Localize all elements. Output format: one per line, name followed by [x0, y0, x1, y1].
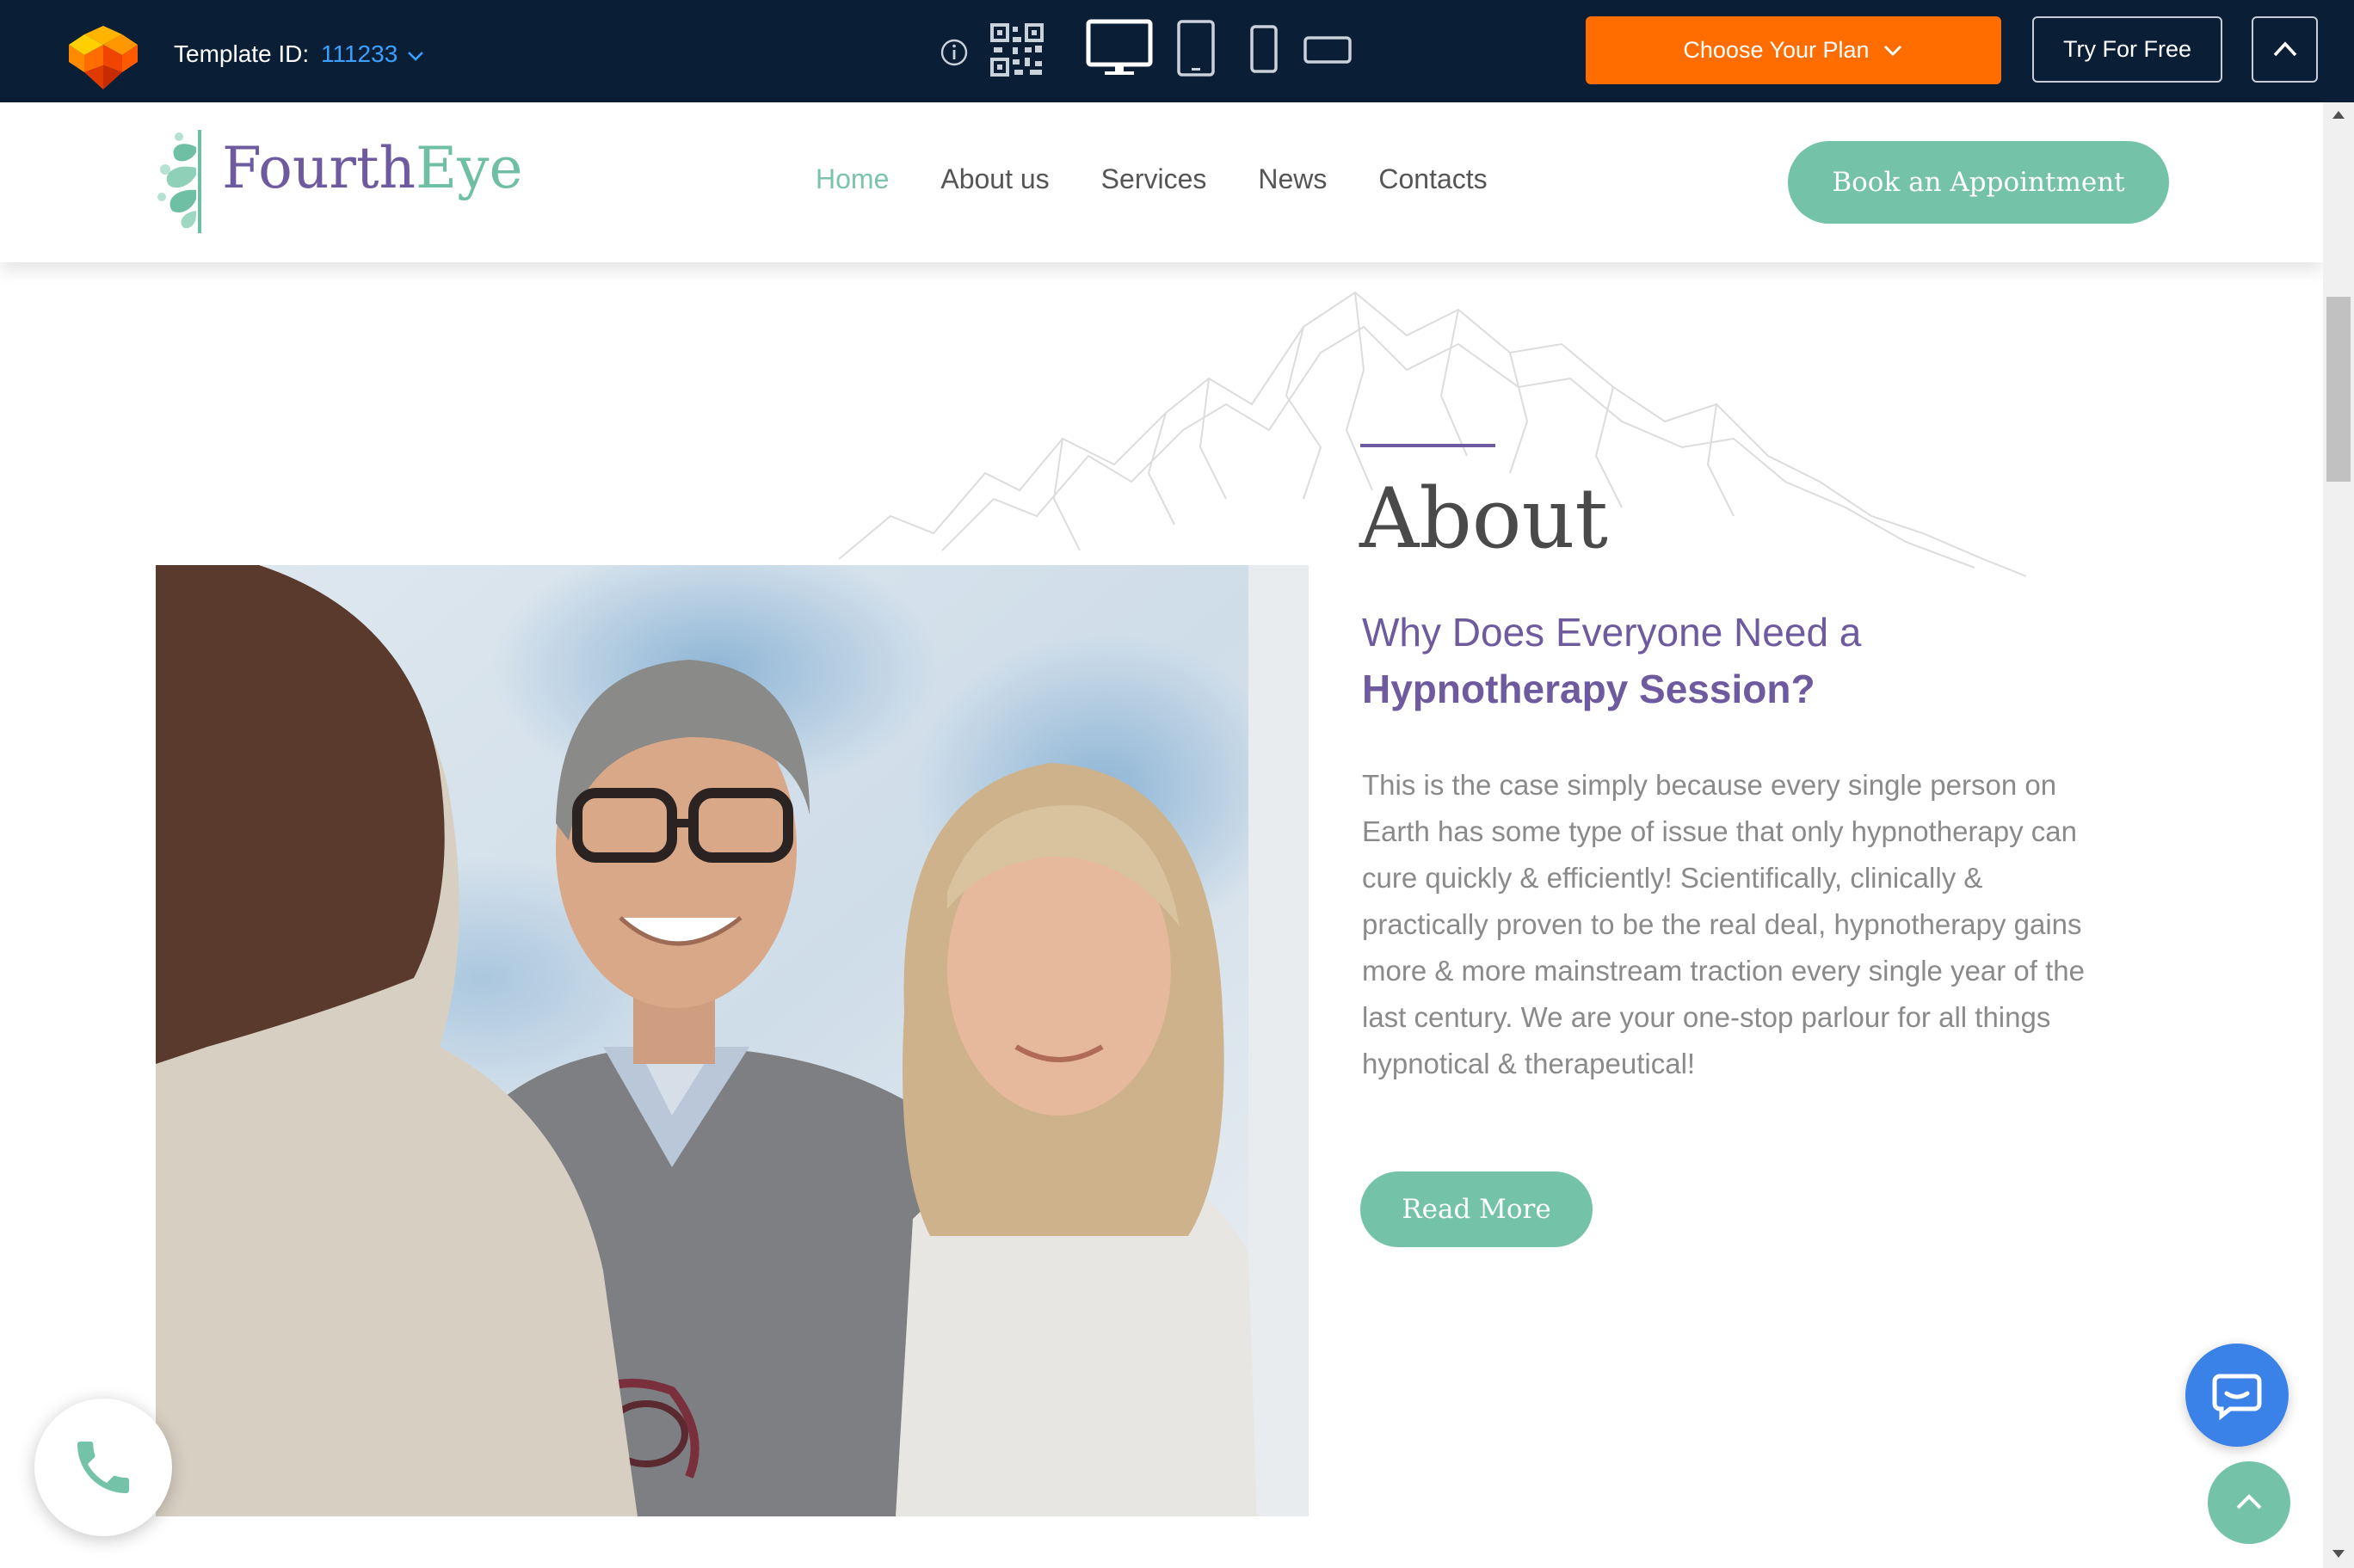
nav-about-us[interactable]: About us: [940, 163, 1049, 195]
nav-contacts[interactable]: Contacts: [1378, 163, 1487, 195]
scrollbar-thumb[interactable]: [2326, 297, 2351, 482]
chat-icon: [2212, 1374, 2262, 1421]
tree-logo-icon[interactable]: [153, 130, 208, 233]
brand-name-part2: Eye: [416, 135, 523, 201]
template-monster-logo[interactable]: [65, 22, 141, 93]
desktop-icon[interactable]: [1086, 19, 1153, 77]
brand-name-part1: Fourth: [222, 135, 416, 201]
live-chat-button[interactable]: [2185, 1344, 2289, 1447]
chevron-down-icon[interactable]: [404, 45, 427, 67]
about-subtitle-line2: Hypnotherapy Session?: [1362, 667, 1815, 711]
chevron-down-icon: [1883, 45, 1901, 56]
scroll-to-top-button[interactable]: [2208, 1461, 2290, 1544]
about-subtitle-line1: Why Does Everyone Need a: [1362, 610, 1862, 655]
template-id-label: Template ID:: [174, 40, 310, 67]
about-heading: About: [1359, 470, 1608, 567]
couple-consultation-photo: [156, 565, 1309, 1516]
tablet-icon[interactable]: [1176, 19, 1216, 77]
about-accent-line: [1360, 444, 1495, 447]
mobile-icon[interactable]: [1249, 24, 1279, 74]
choose-plan-button[interactable]: Choose Your Plan: [1586, 16, 2001, 84]
call-button[interactable]: [34, 1399, 172, 1536]
about-subtitle: Why Does Everyone Need a Hypnotherapy Se…: [1362, 604, 1861, 717]
qr-code-icon[interactable]: [990, 23, 1044, 77]
scroll-down-arrow-icon[interactable]: [2328, 1545, 2349, 1562]
scroll-up-arrow-icon[interactable]: [2328, 107, 2349, 124]
collapse-toolbar-button[interactable]: [2252, 16, 2318, 83]
chevron-up-icon: [2236, 1494, 2262, 1510]
phone-icon: [77, 1442, 129, 1493]
template-id-value[interactable]: 111233: [321, 40, 397, 68]
preview-toolbar: Template ID: 111233 Choose Your Plan Try…: [0, 0, 2354, 102]
try-for-free-button[interactable]: Try For Free: [2032, 16, 2222, 83]
mobile-landscape-icon[interactable]: [1303, 35, 1353, 65]
info-icon[interactable]: [940, 38, 969, 67]
site-header: FourthEye Home About us Services News Co…: [0, 102, 2323, 262]
nav-home[interactable]: Home: [816, 163, 889, 195]
main-nav: Home About us Services News Contacts: [816, 163, 1539, 195]
brand-name[interactable]: FourthEye: [222, 140, 523, 197]
about-body-text: This is the case simply because every si…: [1362, 769, 2086, 1079]
choose-plan-label: Choose Your Plan: [1683, 37, 1870, 63]
nav-news[interactable]: News: [1258, 163, 1327, 195]
nav-services[interactable]: Services: [1101, 163, 1207, 195]
chevron-up-icon: [2273, 40, 2296, 56]
read-more-button[interactable]: Read More: [1360, 1171, 1593, 1247]
book-appointment-button[interactable]: Book an Appointment: [1788, 141, 2169, 224]
try-for-free-label: Try For Free: [2062, 36, 2191, 62]
